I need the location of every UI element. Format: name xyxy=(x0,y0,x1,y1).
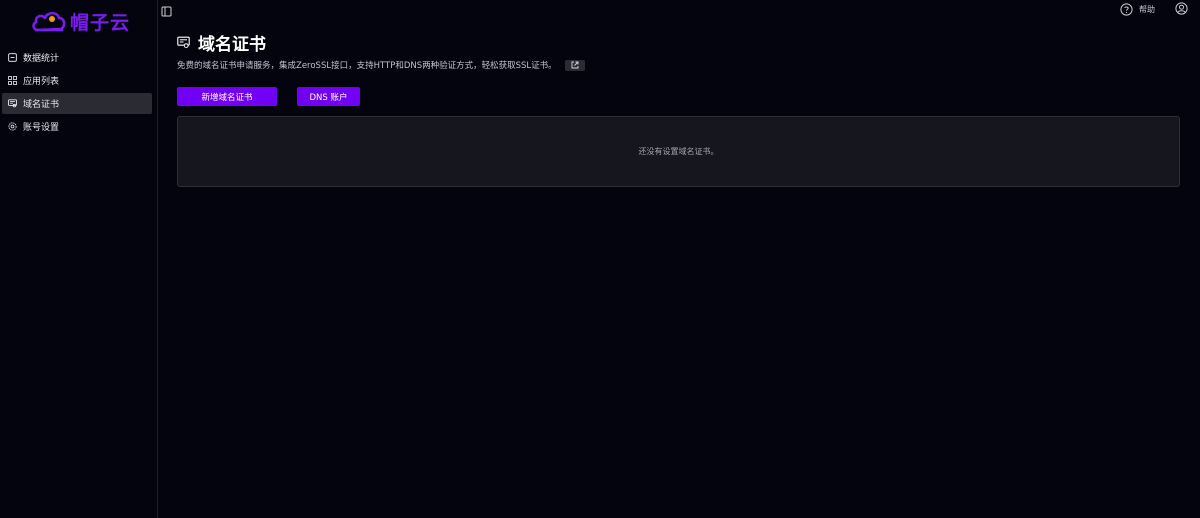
topbar-actions: 帮助 xyxy=(1120,2,1188,17)
certificate-icon xyxy=(8,99,17,108)
external-link-icon[interactable] xyxy=(564,59,585,71)
empty-state-text: 还没有设置域名证书。 xyxy=(638,147,719,156)
page-description: 免费的域名证书申请服务，集成ZeroSSL接口，支持HTTP和DNS两种验证方式… xyxy=(177,61,557,71)
certificate-icon xyxy=(177,36,190,49)
sidebar-item-label: 账号设置 xyxy=(23,123,60,133)
dashboard-icon xyxy=(8,53,17,62)
sidebar: 帽子云 数据统计 应用列表 域名证书 账号设置 xyxy=(0,0,158,518)
apps-icon xyxy=(8,76,17,85)
gear-icon xyxy=(8,122,17,131)
brand-name: 帽子云 xyxy=(70,12,131,34)
dns-account-button[interactable]: DNS 账户 xyxy=(297,87,360,106)
certificate-list-empty: 还没有设置域名证书。 xyxy=(177,116,1180,187)
question-circle-icon xyxy=(1120,3,1133,16)
sidebar-nav: 数据统计 应用列表 域名证书 账号设置 xyxy=(2,47,152,139)
help-button[interactable]: 帮助 xyxy=(1120,3,1155,16)
page-header: 域名证书 xyxy=(177,30,1180,55)
sidebar-item-stats[interactable]: 数据统计 xyxy=(2,47,152,68)
add-certificate-button[interactable]: 新增域名证书 xyxy=(177,87,277,106)
main-content: 域名证书 免费的域名证书申请服务，集成ZeroSSL接口，支持HTTP和DNS两… xyxy=(177,30,1180,187)
page-description-row: 免费的域名证书申请服务，集成ZeroSSL接口，支持HTTP和DNS两种验证方式… xyxy=(177,59,1180,71)
action-buttons: 新增域名证书 DNS 账户 xyxy=(177,87,1180,106)
sidebar-item-apps[interactable]: 应用列表 xyxy=(2,70,152,91)
sidebar-item-label: 应用列表 xyxy=(23,77,60,87)
brand-logo[interactable]: 帽子云 xyxy=(32,8,130,35)
sidebar-item-label: 域名证书 xyxy=(23,100,60,110)
page-title: 域名证书 xyxy=(198,35,266,55)
sidebar-item-label: 数据统计 xyxy=(23,54,60,64)
help-label: 帮助 xyxy=(1139,5,1155,14)
sidebar-item-settings[interactable]: 账号设置 xyxy=(2,116,152,137)
user-circle-icon[interactable] xyxy=(1175,2,1188,17)
sidebar-item-certificates[interactable]: 域名证书 xyxy=(2,93,152,114)
app-root: 帽子云 数据统计 应用列表 域名证书 账号设置 帮助 域名证书 免费的域名证书申… xyxy=(0,0,1200,518)
sidebar-toggle-icon[interactable] xyxy=(161,2,172,17)
cloud-logo-icon xyxy=(32,11,66,31)
